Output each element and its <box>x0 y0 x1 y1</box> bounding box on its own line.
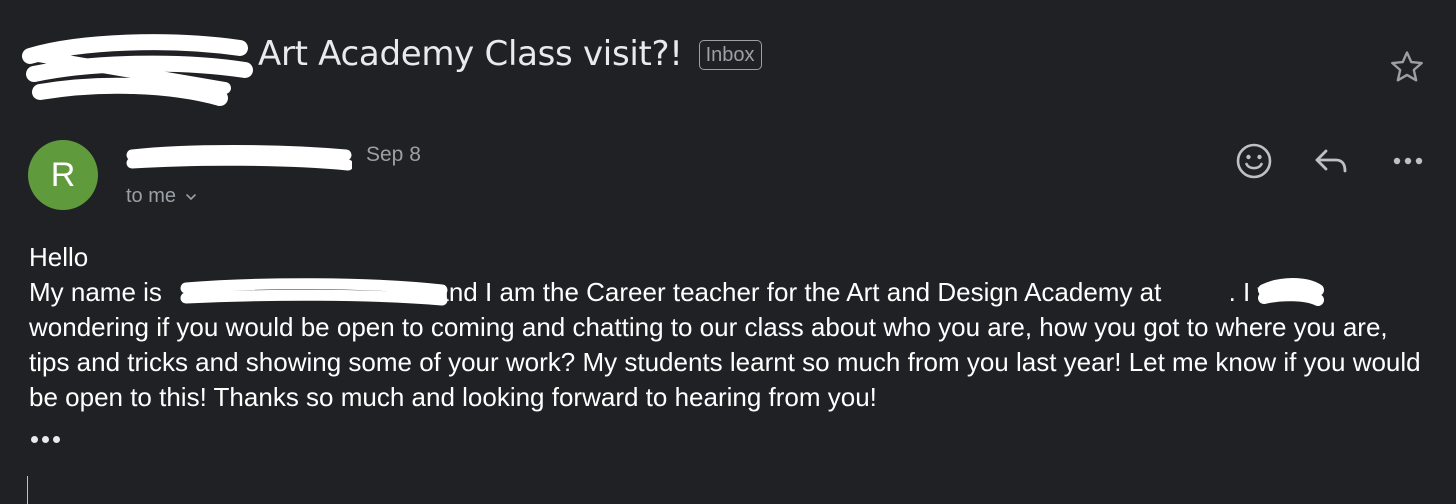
greeting: Hello <box>29 242 89 272</box>
recipient-label: to me <box>126 185 177 207</box>
text-cursor <box>27 476 28 504</box>
body-paragraph: My name is and I am the Career teacher f… <box>29 277 1421 412</box>
email-date: Sep 8 <box>366 143 421 166</box>
inbox-label-badge[interactable]: Inbox <box>698 40 762 70</box>
star-icon[interactable] <box>1388 48 1426 86</box>
subject-row: Art Academy Class visit?! Inbox <box>30 34 762 74</box>
more-options-icon[interactable] <box>1388 141 1428 181</box>
reply-icon[interactable] <box>1311 141 1351 181</box>
emoji-icon[interactable] <box>1234 141 1274 181</box>
email-subject: Art Academy Class visit?! <box>258 34 683 74</box>
email-view: Art Academy Class visit?! Inbox R Sep 8 … <box>0 0 1456 504</box>
recipient-details-toggle[interactable]: to me <box>126 185 198 208</box>
trimmed-content-icon[interactable] <box>31 436 60 443</box>
email-body: Hello My name is and I am the Career tea… <box>29 240 1429 415</box>
chevron-down-icon <box>186 193 196 200</box>
sender-avatar[interactable]: R <box>28 140 98 210</box>
sender-name-redacted[interactable] <box>126 143 352 171</box>
